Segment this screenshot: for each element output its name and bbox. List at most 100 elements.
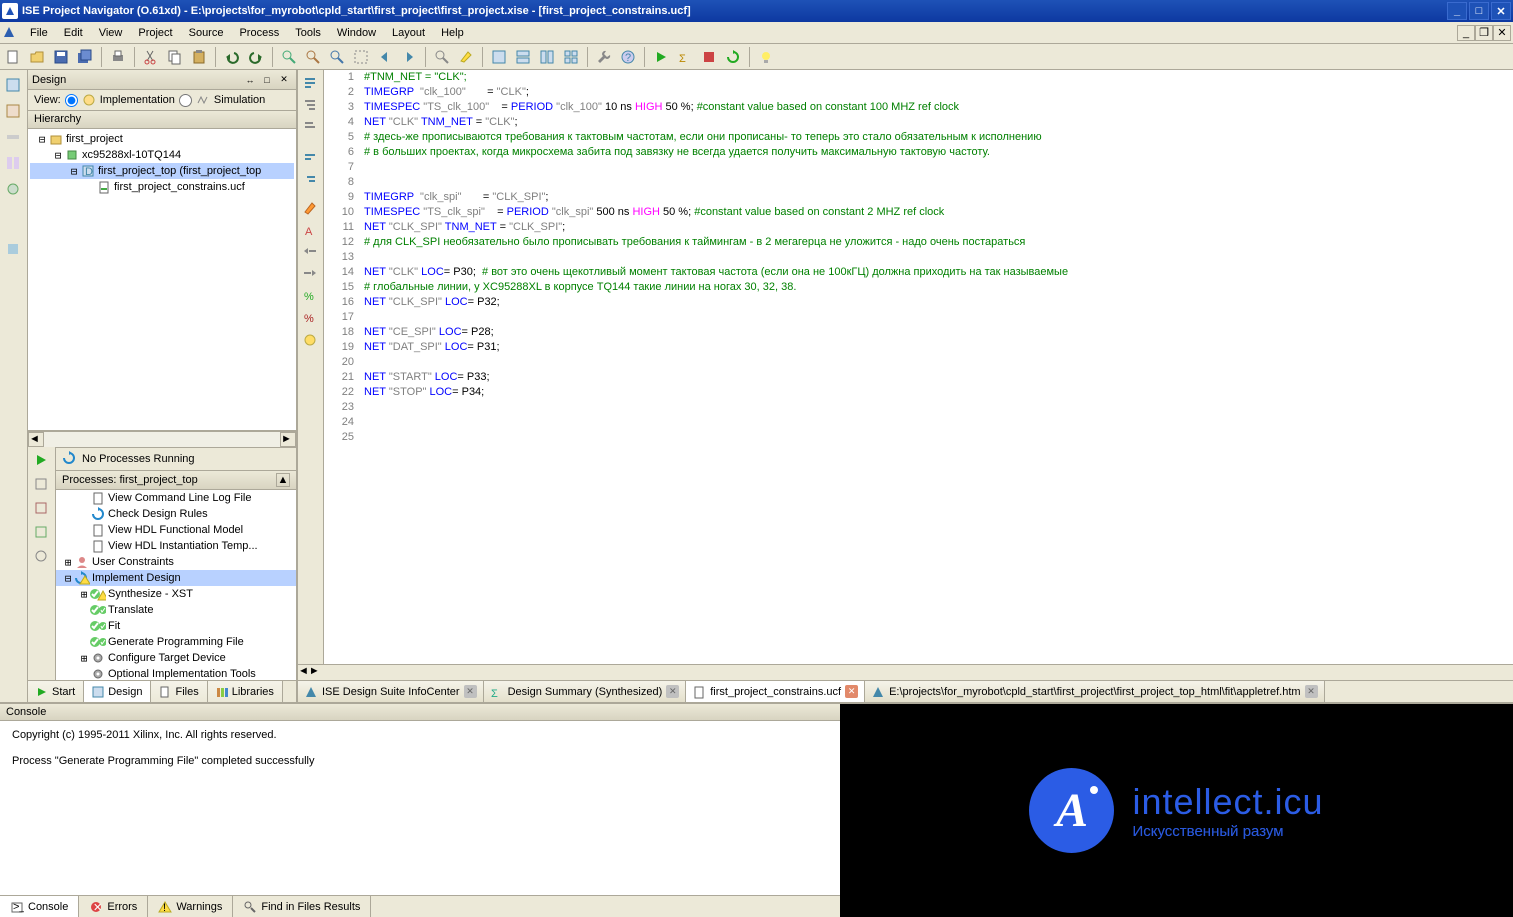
ed-btn-1[interactable] — [300, 72, 320, 92]
win4-button[interactable] — [560, 46, 582, 68]
process-row[interactable]: Generate Programming File — [56, 634, 296, 650]
scroll-right-icon[interactable]: ► — [309, 665, 320, 680]
nav-forward-button[interactable] — [398, 46, 420, 68]
win1-button[interactable] — [488, 46, 510, 68]
wrench-button[interactable] — [593, 46, 615, 68]
scroll-right-icon[interactable]: ► — [280, 432, 296, 447]
save-all-button[interactable] — [74, 46, 96, 68]
proc-run-button[interactable] — [30, 449, 52, 471]
mdi-close-button[interactable]: ✕ — [1493, 25, 1511, 41]
processes-collapse-button[interactable]: ▲ — [276, 473, 290, 487]
new-button[interactable] — [2, 46, 24, 68]
side-btn-1[interactable] — [2, 74, 24, 96]
zoom-out-button[interactable] — [302, 46, 324, 68]
proc-btn-5[interactable] — [30, 545, 52, 567]
zoom-fit-button[interactable] — [326, 46, 348, 68]
menu-window[interactable]: Window — [329, 24, 384, 42]
processes-tree[interactable]: View Command Line Log FileCheck Design R… — [56, 490, 296, 680]
sigma-button[interactable]: Σ — [674, 46, 696, 68]
proc-btn-4[interactable] — [30, 521, 52, 543]
editor-tab[interactable]: ΣDesign Summary (Synthesized)✕ — [484, 681, 687, 702]
side-btn-5[interactable] — [2, 178, 24, 200]
cut-button[interactable] — [140, 46, 162, 68]
tab-start[interactable]: Start — [28, 681, 84, 702]
help-button[interactable]: ? — [617, 46, 639, 68]
mdi-minimize-button[interactable]: _ — [1457, 25, 1475, 41]
code-editor[interactable]: 1#TNM_NET = "CLK";2TIMEGRP "clk_100" = "… — [324, 70, 1513, 664]
close-icon[interactable]: ✕ — [845, 685, 858, 698]
process-row[interactable]: View HDL Instantiation Temp... — [56, 538, 296, 554]
side-btn-2[interactable] — [2, 100, 24, 122]
close-icon[interactable]: ✕ — [464, 685, 477, 698]
side-btn-6[interactable] — [2, 238, 24, 260]
close-button[interactable]: ✕ — [1491, 2, 1511, 20]
proc-btn-3[interactable] — [30, 497, 52, 519]
console-tab[interactable]: >_Console — [0, 896, 79, 917]
process-row[interactable]: ⊞Configure Target Device — [56, 650, 296, 666]
editor-tab[interactable]: ISE Design Suite InfoCenter✕ — [298, 681, 484, 702]
close-icon[interactable]: ✕ — [666, 685, 679, 698]
ed-btn-5[interactable] — [300, 168, 320, 188]
open-button[interactable] — [26, 46, 48, 68]
menu-project[interactable]: Project — [130, 24, 180, 42]
view-simulation-radio[interactable] — [179, 94, 192, 107]
ed-btn-4[interactable] — [300, 146, 320, 166]
menu-source[interactable]: Source — [181, 24, 232, 42]
stop-button[interactable] — [698, 46, 720, 68]
panel-float-button[interactable]: ↔ — [242, 73, 258, 87]
process-row[interactable]: Translate — [56, 602, 296, 618]
process-row[interactable]: ⊞Synthesize - XST — [56, 586, 296, 602]
view-implementation-radio[interactable] — [65, 94, 78, 107]
tree-row[interactable]: first_project_constrains.ucf — [30, 179, 294, 195]
run-button[interactable] — [650, 46, 672, 68]
menu-process[interactable]: Process — [231, 24, 287, 42]
process-row[interactable]: Optional Implementation Tools — [56, 666, 296, 680]
ed-unindent-button[interactable] — [300, 242, 320, 262]
ed-comment-button[interactable]: % — [300, 286, 320, 306]
proc-btn-2[interactable] — [30, 473, 52, 495]
process-row[interactable]: View Command Line Log File — [56, 490, 296, 506]
menu-tools[interactable]: Tools — [287, 24, 329, 42]
scroll-left-icon[interactable]: ◄ — [28, 432, 44, 447]
tab-libraries[interactable]: Libraries — [208, 681, 283, 702]
paste-button[interactable] — [188, 46, 210, 68]
tree-row[interactable]: ⊟Dfirst_project_top (first_project_top — [30, 163, 294, 179]
find-button[interactable] — [431, 46, 453, 68]
side-btn-4[interactable] — [2, 152, 24, 174]
hierarchy-tree[interactable]: ⊟first_project⊟xc95288xl-10TQ144⊟Dfirst_… — [28, 129, 296, 431]
highlight-button[interactable] — [455, 46, 477, 68]
undo-button[interactable] — [221, 46, 243, 68]
ed-uncomment-button[interactable]: % — [300, 308, 320, 328]
rerun-button[interactable] — [722, 46, 744, 68]
save-button[interactable] — [50, 46, 72, 68]
minimize-button[interactable]: _ — [1447, 2, 1467, 20]
menu-layout[interactable]: Layout — [384, 24, 433, 42]
process-row[interactable]: ⊟Implement Design — [56, 570, 296, 586]
console-tab[interactable]: ✕Errors — [79, 896, 148, 917]
editor-hscroll[interactable]: ◄ ► — [298, 664, 1513, 680]
panel-pin-button[interactable]: □ — [259, 73, 275, 87]
ed-btn-3[interactable] — [300, 116, 320, 136]
tab-files[interactable]: Files — [151, 681, 207, 702]
zoom-area-button[interactable] — [350, 46, 372, 68]
editor-tab[interactable]: E:\projects\for_myrobot\cpld_start\first… — [865, 681, 1324, 702]
zoom-in-button[interactable] — [278, 46, 300, 68]
win3-button[interactable] — [536, 46, 558, 68]
ed-btn-2[interactable] — [300, 94, 320, 114]
close-icon[interactable]: ✕ — [1305, 685, 1318, 698]
copy-button[interactable] — [164, 46, 186, 68]
process-row[interactable]: Check Design Rules — [56, 506, 296, 522]
menu-help[interactable]: Help — [433, 24, 472, 42]
tree-row[interactable]: ⊟first_project — [30, 131, 294, 147]
console-tab[interactable]: Find in Files Results — [233, 896, 371, 917]
redo-button[interactable] — [245, 46, 267, 68]
ed-indent-button[interactable] — [300, 264, 320, 284]
mdi-restore-button[interactable]: ❐ — [1475, 25, 1493, 41]
print-button[interactable] — [107, 46, 129, 68]
console-tab[interactable]: !Warnings — [148, 896, 233, 917]
maximize-button[interactable]: □ — [1469, 2, 1489, 20]
tree-hscroll[interactable]: ◄ ► — [28, 431, 296, 447]
win2-button[interactable] — [512, 46, 534, 68]
ed-bookmark-button[interactable] — [300, 330, 320, 350]
menu-edit[interactable]: Edit — [56, 24, 91, 42]
